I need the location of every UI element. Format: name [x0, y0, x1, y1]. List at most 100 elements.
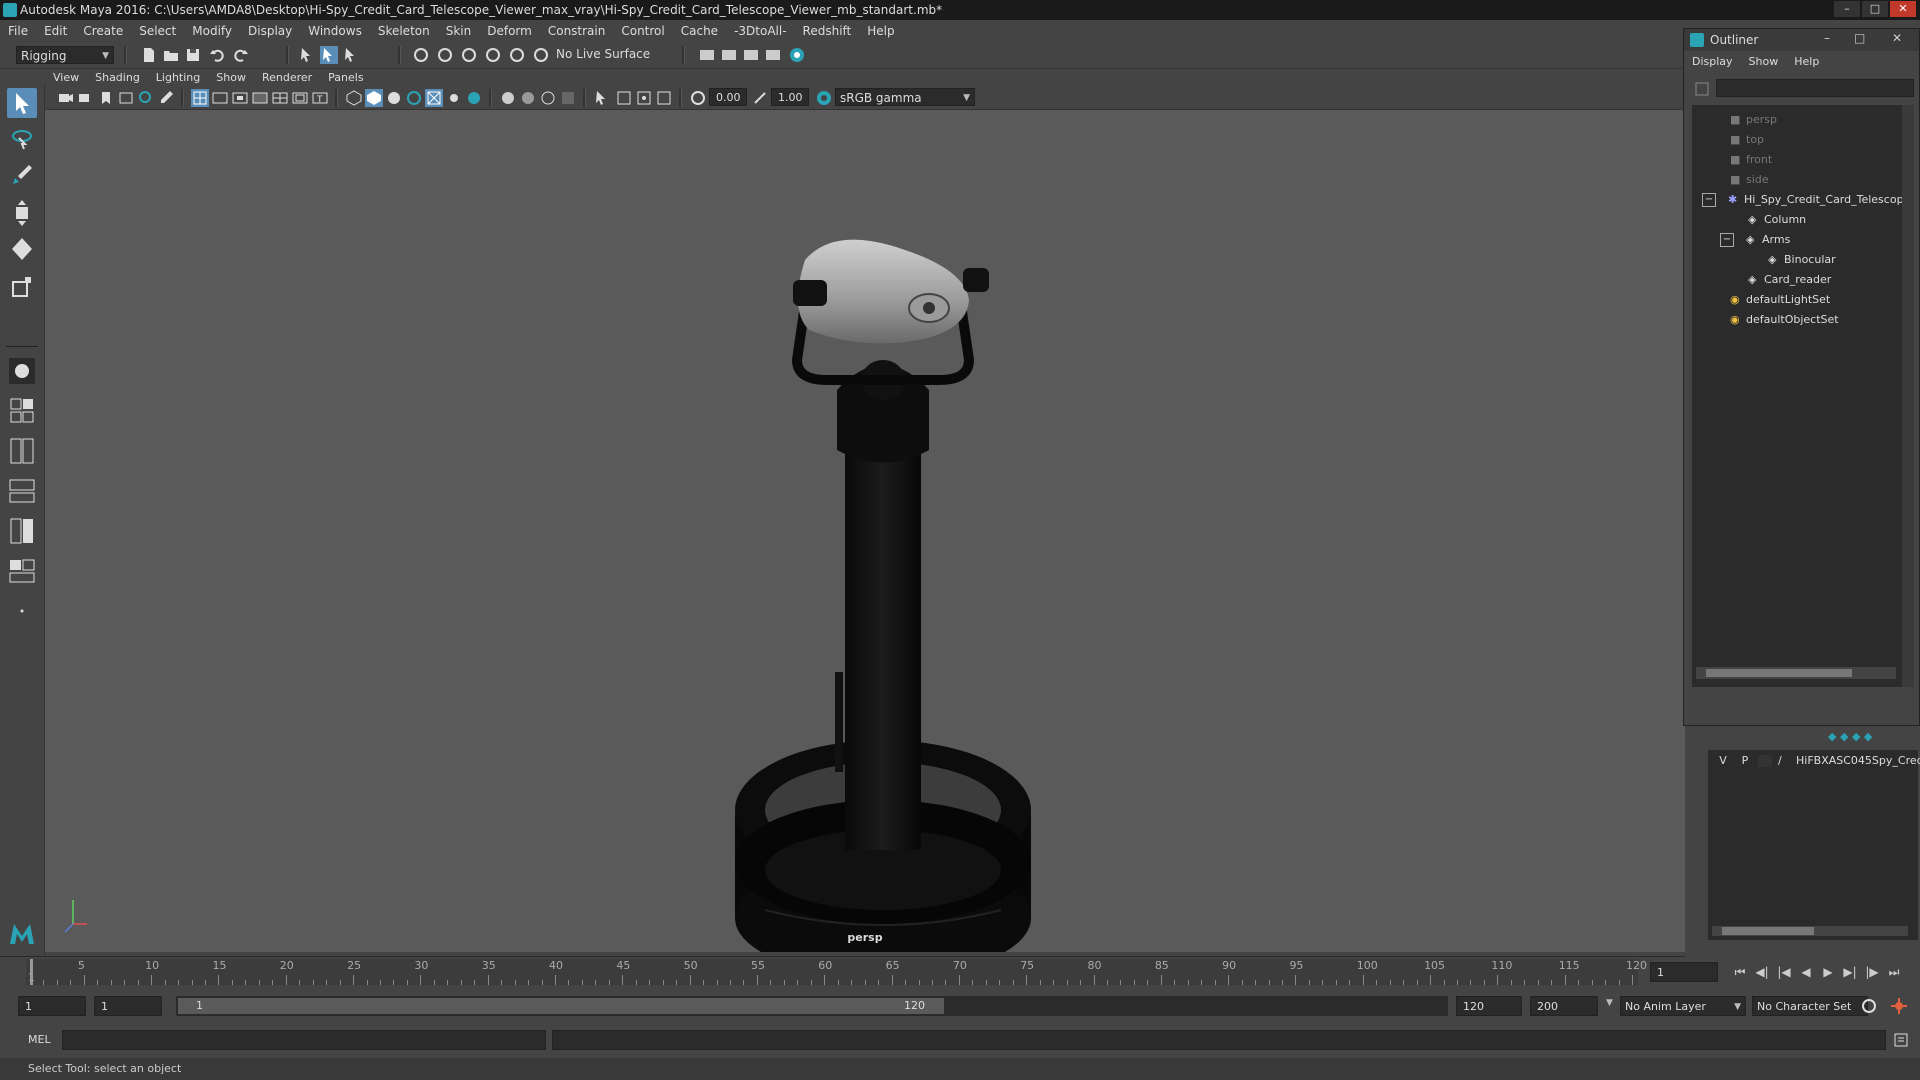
image-plane-icon[interactable]: [117, 89, 135, 107]
outliner-item-card-reader[interactable]: ◈ Card_reader: [1748, 271, 1831, 289]
animation-start-field[interactable]: 1: [18, 996, 86, 1016]
outliner-item-hi-spy-group[interactable]: − ✱ Hi_Spy_Credit_Card_Telescop: [1702, 191, 1904, 209]
menu-windows[interactable]: Windows: [300, 21, 370, 41]
auto-key-icon[interactable]: [1860, 997, 1878, 1015]
panel-menu-shading[interactable]: Shading: [87, 68, 148, 88]
outliner-search-input[interactable]: [1716, 79, 1914, 97]
script-editor-icon[interactable]: [1892, 1031, 1910, 1049]
new-layer-selected-icon[interactable]: ◆: [1864, 730, 1872, 743]
shadows-icon[interactable]: [465, 89, 483, 107]
render-view-icon[interactable]: [788, 46, 806, 64]
wireframe-icon[interactable]: [345, 89, 363, 107]
panel-menu-panels[interactable]: Panels: [320, 68, 371, 88]
outliner-item-persp[interactable]: ■ persp: [1730, 111, 1777, 129]
menu-skin[interactable]: Skin: [438, 21, 480, 41]
menu-create[interactable]: Create: [75, 21, 131, 41]
go-to-start-button[interactable]: ⏮: [1730, 962, 1750, 982]
playback-start-field[interactable]: 1: [94, 996, 162, 1016]
panel-menu-view[interactable]: View: [45, 68, 87, 88]
snap-grid-icon[interactable]: [412, 46, 430, 64]
camera-attributes-icon[interactable]: [77, 89, 95, 107]
outliner-scroll-thumb[interactable]: [1706, 669, 1852, 677]
step-forward-frame-button[interactable]: |▶: [1862, 962, 1882, 982]
current-time-indicator[interactable]: [30, 959, 33, 985]
grease-pencil-icon[interactable]: [157, 89, 175, 107]
layer-playback-toggle[interactable]: P: [1738, 752, 1752, 770]
view-transform-dropdown[interactable]: sRGB gamma ▼: [835, 88, 975, 106]
open-scene-icon[interactable]: [162, 46, 180, 64]
show-manipulator-button[interactable]: [7, 356, 37, 386]
panel-menu-lighting[interactable]: Lighting: [148, 68, 208, 88]
step-back-key-button[interactable]: |◀: [1774, 962, 1794, 982]
isolate-select-icon[interactable]: [593, 89, 611, 107]
menu-edit[interactable]: Edit: [36, 21, 75, 41]
outliner-menu-help[interactable]: Help: [1786, 53, 1827, 71]
menu-3dtoall[interactable]: -3DtoAll-: [726, 21, 794, 41]
menu-skeleton[interactable]: Skeleton: [370, 21, 438, 41]
outliner-item-default-object-set[interactable]: ◉ defaultObjectSet: [1730, 311, 1839, 329]
time-slider-track[interactable]: 1510152025303540455055606570758085909510…: [26, 959, 1647, 985]
panel-menu-renderer[interactable]: Renderer: [254, 68, 320, 88]
render-frame-icon[interactable]: [698, 46, 716, 64]
field-chart-icon[interactable]: [271, 89, 289, 107]
current-frame-field[interactable]: 1: [1650, 962, 1718, 982]
bookmark-icon[interactable]: [97, 89, 115, 107]
step-forward-key-button[interactable]: ▶|: [1840, 962, 1860, 982]
select-component-icon[interactable]: [342, 46, 360, 64]
outliner-item-default-light-set[interactable]: ◉ defaultLightSet: [1730, 291, 1830, 309]
go-to-end-button[interactable]: ⏭: [1884, 962, 1904, 982]
close-button[interactable]: ✕: [1890, 1, 1916, 17]
outliner-item-side[interactable]: ■ side: [1730, 171, 1769, 189]
xray-icon[interactable]: [615, 89, 633, 107]
menu-file[interactable]: File: [0, 21, 36, 41]
animation-end-field[interactable]: 200: [1530, 996, 1598, 1016]
use-all-lights-icon[interactable]: [445, 89, 463, 107]
xray-joints-icon[interactable]: [635, 89, 653, 107]
gamma-icon[interactable]: [751, 89, 769, 107]
snap-curve-icon[interactable]: [436, 46, 454, 64]
menu-display[interactable]: Display: [240, 21, 300, 41]
outliner-menu-display[interactable]: Display: [1684, 53, 1741, 71]
make-live-icon[interactable]: [532, 46, 550, 64]
move-tool-button[interactable]: [7, 198, 37, 228]
outliner-item-front[interactable]: ■ front: [1730, 151, 1772, 169]
redo-icon[interactable]: [232, 46, 250, 64]
more-layouts-button[interactable]: [7, 596, 37, 626]
select-hierarchy-icon[interactable]: [298, 46, 316, 64]
persp-outliner-layout-button[interactable]: [7, 476, 37, 506]
minimize-button[interactable]: –: [1834, 1, 1860, 17]
hypershade-layout-button[interactable]: [7, 556, 37, 586]
camera-icon[interactable]: [57, 89, 75, 107]
rotate-tool-button[interactable]: [7, 234, 37, 264]
character-set-dropdown[interactable]: No Character Set: [1752, 996, 1868, 1016]
outliner-close-button[interactable]: ✕: [1892, 31, 1902, 45]
outliner-item-binocular[interactable]: ◈ Binocular: [1768, 251, 1836, 269]
layer-visibility-toggle[interactable]: V: [1716, 752, 1730, 770]
render-settings-icon[interactable]: [742, 46, 760, 64]
single-pane-layout-button[interactable]: [7, 396, 37, 426]
screen-space-ao-icon[interactable]: [499, 89, 517, 107]
preferences-icon[interactable]: [1890, 997, 1908, 1015]
new-scene-icon[interactable]: [140, 46, 158, 64]
new-layer-icon[interactable]: ◆: [1852, 730, 1860, 743]
snap-point-icon[interactable]: [460, 46, 478, 64]
anti-aliasing-icon[interactable]: [539, 89, 557, 107]
snap-surface-icon[interactable]: [508, 46, 526, 64]
collapse-toggle-icon[interactable]: −: [1702, 193, 1716, 207]
wireframe-on-shaded-icon[interactable]: [405, 89, 423, 107]
maximize-button[interactable]: □: [1862, 1, 1888, 17]
grid-toggle-icon[interactable]: [191, 89, 209, 107]
select-object-icon[interactable]: [320, 46, 338, 64]
motion-blur-icon[interactable]: [519, 89, 537, 107]
time-slider[interactable]: 1510152025303540455055606570758085909510…: [0, 956, 1685, 987]
menu-constrain[interactable]: Constrain: [540, 21, 614, 41]
collapse-toggle-icon[interactable]: −: [1720, 233, 1734, 247]
playback-end-field[interactable]: 120: [1456, 996, 1522, 1016]
gamma-field[interactable]: 1.00: [771, 88, 809, 106]
anim-layer-dropdown[interactable]: No Anim Layer ▼: [1620, 996, 1746, 1016]
safe-title-icon[interactable]: T: [311, 89, 329, 107]
textured-icon[interactable]: [425, 89, 443, 107]
maya-home-button[interactable]: [7, 918, 37, 948]
viewport-persp[interactable]: persp: [45, 110, 1685, 952]
filter-icon[interactable]: [1694, 81, 1710, 97]
